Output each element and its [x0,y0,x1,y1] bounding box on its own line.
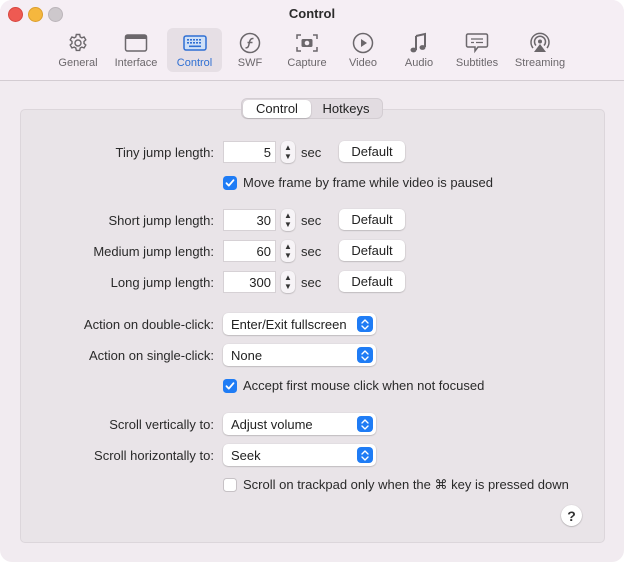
tiny-jump-stepper[interactable]: ▲ ▼ [281,141,295,163]
double-click-popup[interactable]: Enter/Exit fullscreen [223,313,376,335]
segment-hotkeys[interactable]: Hotkeys [311,100,381,118]
tiny-jump-default-button[interactable]: Default [339,141,405,162]
tab-label: SWF [237,57,263,69]
long-jump-label: Long jump length: [110,275,214,290]
tab-subtitles[interactable]: Subtitles [450,28,504,72]
popup-value: Seek [231,447,261,463]
chevron-up-icon: ▲ [284,273,292,282]
camera-icon [293,31,321,55]
chevron-down-icon: ▼ [284,152,292,161]
help-button[interactable]: ? [561,505,582,526]
scroll-vertical-popup[interactable]: Adjust volume [223,413,376,435]
preference-tabs: General Interface Control SWF Capture Vi… [0,28,624,72]
checkbox-label: Move frame by frame while video is pause… [243,175,494,190]
popup-value: Enter/Exit fullscreen [231,316,347,332]
checkmark-icon [225,178,235,186]
toolbar: Control General Interface Control SWF Ca… [0,0,624,81]
speech-bubble-icon [463,31,491,55]
short-jump-field[interactable]: 30 [223,209,276,231]
music-note-icon [405,31,433,55]
medium-jump-label: Medium jump length: [93,244,214,259]
scroll-vertical-label: Scroll vertically to: [109,417,214,432]
tab-streaming[interactable]: Streaming [512,28,568,72]
scroll-horizontal-popup[interactable]: Seek [223,444,376,466]
medium-jump-stepper[interactable]: ▲ ▼ [281,240,295,262]
medium-jump-field[interactable]: 60 [223,240,276,262]
scroll-horizontal-label: Scroll horizontally to: [94,448,214,463]
chevron-down-icon: ▼ [284,251,292,260]
long-jump-stepper[interactable]: ▲ ▼ [281,271,295,293]
preferences-window: Control General Interface Control SWF Ca… [0,0,624,562]
checkbox-unchecked[interactable] [223,478,237,492]
play-icon [349,31,377,55]
segment-control[interactable]: Control [243,99,311,118]
tab-control[interactable]: Control [167,28,222,72]
segmented-control: Control Hotkeys [241,98,383,119]
up-down-arrows-icon [357,447,373,463]
tab-label: Control [176,57,213,69]
single-click-label: Action on single-click: [89,348,214,363]
tab-interface[interactable]: Interface [110,28,162,72]
accept-first-click-checkbox[interactable]: Accept first mouse click when not focuse… [223,378,484,393]
short-jump-default-button[interactable]: Default [339,209,405,230]
popup-value: None [231,347,263,363]
tiny-jump-unit: sec [301,145,322,160]
double-click-label: Action on double-click: [83,317,214,332]
short-jump-label: Short jump length: [108,213,214,228]
tab-label: Interface [114,57,158,69]
tiny-jump-label: Tiny jump length: [115,145,214,160]
tab-label: Video [349,57,377,69]
medium-jump-default-button[interactable]: Default [339,240,405,261]
tab-label: Streaming [514,57,566,69]
tab-audio[interactable]: Audio [400,28,438,72]
tab-swf[interactable]: SWF [232,28,268,72]
checkmark-icon [225,381,235,389]
tiny-jump-field[interactable]: 5 [223,141,276,163]
checkbox-label: Scroll on trackpad only when the ⌘ key i… [243,477,569,492]
long-jump-default-button[interactable]: Default [339,271,405,292]
window-title: Control [288,6,336,21]
chevron-up-icon: ▲ [284,143,292,152]
up-down-arrows-icon [357,347,373,363]
tab-label: Audio [404,57,434,69]
chevron-down-icon: ▼ [284,220,292,229]
tab-capture[interactable]: Capture [282,28,332,72]
up-down-arrows-icon [357,416,373,432]
checkbox-label: Accept first mouse click when not focuse… [243,378,485,393]
checkbox-checked[interactable] [223,175,237,190]
single-click-popup[interactable]: None [223,344,376,366]
tab-label: Subtitles [455,57,499,69]
trackpad-cmd-checkbox[interactable]: Scroll on trackpad only when the ⌘ key i… [223,477,569,493]
keyboard-icon [181,31,209,55]
tab-video[interactable]: Video [344,28,382,72]
tab-label: Capture [287,57,327,69]
medium-jump-unit: sec [301,244,322,259]
airplay-icon [526,31,554,55]
popup-value: Adjust volume [231,416,313,432]
window-icon [122,31,150,55]
tab-general[interactable]: General [56,28,100,72]
chevron-up-icon: ▲ [284,211,292,220]
up-down-arrows-icon [357,316,373,332]
checkbox-checked[interactable] [223,378,237,393]
chevron-up-icon: ▲ [284,242,292,251]
tab-label: General [58,57,98,69]
long-jump-unit: sec [301,275,322,290]
flash-icon [236,31,264,55]
short-jump-unit: sec [301,213,322,228]
chevron-down-icon: ▼ [284,282,292,291]
gear-icon [64,31,92,55]
short-jump-stepper[interactable]: ▲ ▼ [281,209,295,231]
frame-by-frame-checkbox[interactable]: Move frame by frame while video is pause… [223,175,493,190]
long-jump-field[interactable]: 300 [223,271,276,293]
